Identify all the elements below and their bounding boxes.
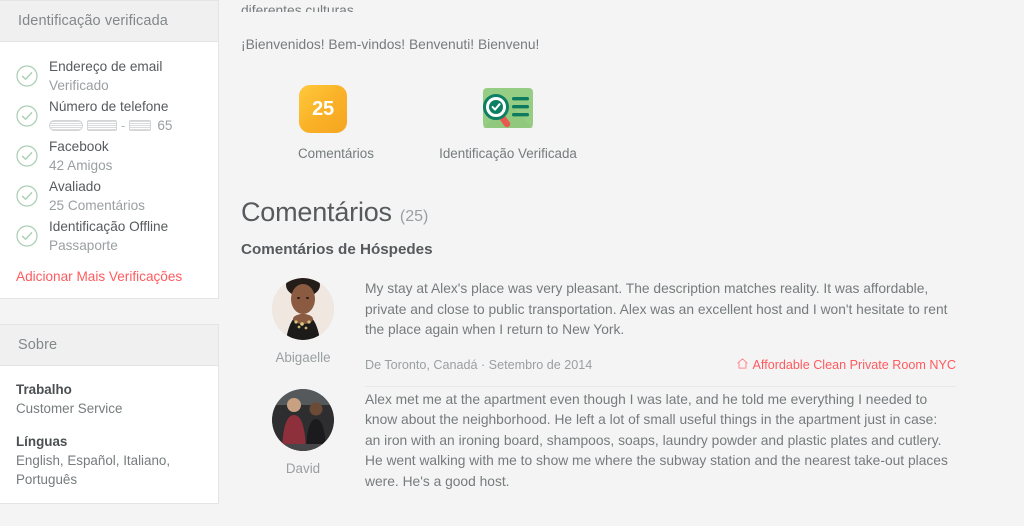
about-item-languages: Línguas English, Español, Italiano, Port… [16,432,202,489]
verification-item-facebook-text: Facebook 42 Amigos [49,136,112,175]
about-value: English, Español, Italiano, Português [16,453,171,487]
review-author-name: David [285,460,321,476]
intro-clipped-line: diferentes culturas. [241,3,358,12]
verified-id-panel-body: Endereço de email Verificado Número de t… [0,42,218,298]
verification-item-offline-id-text: Identificação Offline Passaporte [49,216,168,255]
review-item: David Alex met me at the apartment even … [241,387,956,493]
about-panel-header: Sobre [0,325,218,366]
review-meta: De Toronto, Canadá · Setembro de 2014 Af… [365,358,956,372]
review-author-block: David [241,387,365,493]
avatar[interactable] [272,278,334,340]
profile-badges: 25 Comentários Identificação Verificada [241,83,956,161]
about-label: Línguas [16,434,68,449]
badge-reviews-label: Comentários [298,146,374,161]
check-circle-icon [16,96,49,127]
redacted-block [49,120,83,131]
verification-item-phone: Número de telefone - 65 [16,96,202,135]
profile-page: Identificação verificada Endereço de ema… [0,0,1024,526]
check-circle-icon [16,56,49,87]
redacted-phone-number: - 65 [49,116,172,135]
verification-item-phone-text: Número de telefone - 65 [49,96,172,135]
verification-title: Avaliado [49,179,101,194]
verification-list: Endereço de email Verificado Número de t… [16,56,202,255]
reviews-subheading: Comentários de Hóspedes [241,241,433,258]
verification-item-reviewed-text: Avaliado 25 Comentários [49,176,145,215]
add-more-verifications-link[interactable]: Adicionar Mais Verificações [16,269,202,284]
home-icon [736,357,748,372]
verification-subtitle: Passaporte [49,238,118,253]
verified-id-panel-header: Identificação verificada [0,1,218,42]
reviews-title: Comentários [241,197,392,227]
phone-last-digits: 65 [157,118,173,133]
review-count-badge-icon: 25 [298,83,348,135]
verification-title: Número de telefone [49,99,169,114]
verified-id-panel: Identificação verificada Endereço de ema… [0,0,219,299]
avatar[interactable] [272,388,334,451]
about-panel: Sobre Trabalho Customer Service Línguas … [0,324,219,504]
verification-subtitle: 25 Comentários [49,198,145,213]
about-value: Customer Service [16,401,123,416]
review-text: Alex met me at the apartment even though… [365,391,948,489]
review-item: Abigaelle My stay at Alex's place was ve… [241,276,956,387]
verification-subtitle: 42 Amigos [49,158,113,173]
reviews-heading: Comentários (25) [241,197,956,228]
review-count-value: 25 [299,85,347,133]
review-listing-link[interactable]: Affordable Clean Private Room NYC [736,357,956,372]
review-origin-date: De Toronto, Canadá · Setembro de 2014 [365,357,593,372]
verification-title: Facebook [49,139,109,154]
review-body: My stay at Alex's place was very pleasan… [365,276,956,387]
verification-item-reviewed: Avaliado 25 Comentários [16,176,202,215]
verification-item-email: Endereço de email Verificado [16,56,202,95]
verification-subtitle: Verificado [49,78,109,93]
badge-verified-id-label: Identificação Verificada [439,146,577,161]
reviews-count: (25) [399,208,429,225]
verified-id-badge-icon [434,83,582,135]
intro-welcome-line: ¡Bienvenidos! Bem-vindos! Benvenuti! Bie… [241,37,540,52]
panel-spacer [0,299,219,324]
review-body: Alex met me at the apartment even though… [365,387,956,493]
badge-verified-id[interactable]: Identificação Verificada [434,83,582,161]
review-listing-name: Affordable Clean Private Room NYC [752,357,956,372]
left-sidebar: Identificação verificada Endereço de ema… [0,0,219,526]
verification-title: Identificação Offline [49,219,169,234]
check-circle-icon [16,216,49,247]
about-panel-body: Trabalho Customer Service Línguas Englis… [0,366,218,503]
verification-item-offline-id: Identificação Offline Passaporte [16,216,202,255]
phone-dash: - [121,118,126,133]
about-label: Trabalho [16,382,72,397]
verification-item-facebook: Facebook 42 Amigos [16,136,202,175]
review-text: My stay at Alex's place was very pleasan… [365,281,948,337]
check-circle-icon [16,176,49,207]
main-content: diferentes culturas. ¡Bienvenidos! Bem-v… [219,0,1024,526]
verification-title: Endereço de email [49,59,163,74]
about-item-work: Trabalho Customer Service [16,380,202,418]
badge-reviews[interactable]: 25 Comentários [298,83,374,161]
verification-item-email-text: Endereço de email Verificado [49,56,162,95]
review-author-block: Abigaelle [241,276,365,387]
redacted-block [87,120,117,131]
check-circle-icon [16,136,49,167]
review-author-name: Abigaelle [275,350,331,365]
redacted-block [129,120,152,131]
